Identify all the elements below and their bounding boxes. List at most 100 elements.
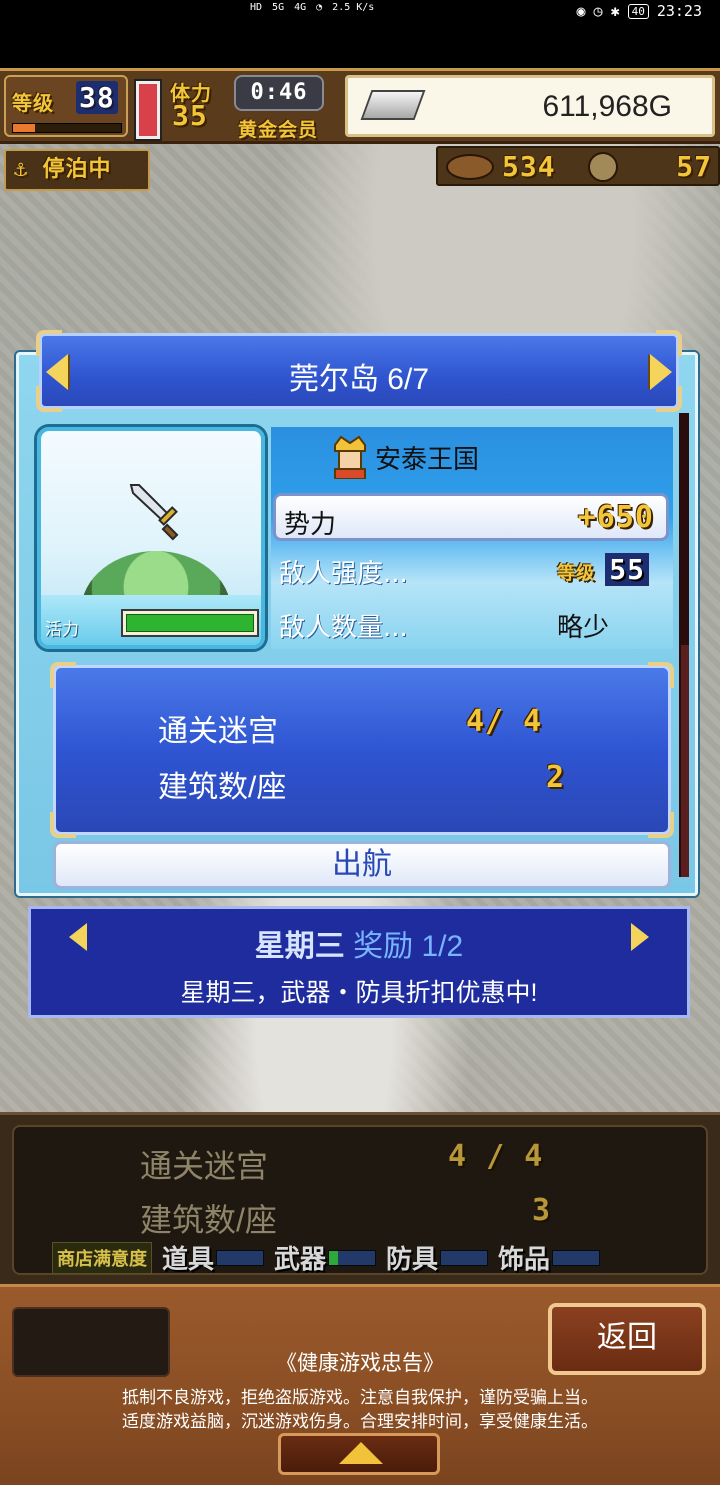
lower-info-panel: 通关迷宫 4 / 4 建筑数/座 3 商店满意度 道具 武器 防具 饰品 xyxy=(0,1112,720,1284)
battery-icon: 40 xyxy=(627,3,649,19)
level-box: 等级 38 xyxy=(4,75,128,137)
level-progress-fill xyxy=(13,124,35,132)
level-label: 等级 xyxy=(12,91,54,115)
shop-armor-label: 防具 xyxy=(386,1245,439,1275)
vitality-bar xyxy=(121,609,259,637)
coin-count: 57 xyxy=(676,150,712,183)
corner-ornament xyxy=(656,330,682,356)
dungeons-value: 4/ 4 xyxy=(466,704,543,739)
dungeons-label: 通关迷宫 xyxy=(158,715,278,748)
enemy-level-value: 55 xyxy=(605,553,649,586)
corner-ornament xyxy=(648,662,674,688)
power-row: 势力 +650 xyxy=(273,493,669,541)
bonus-day: 星期三 xyxy=(254,930,345,963)
bluetooth-icon: ✱ xyxy=(610,2,620,20)
shop-armor-meter xyxy=(440,1249,489,1266)
enemy-level: 等级 55 xyxy=(557,553,649,586)
silver-ingot-icon xyxy=(360,90,426,120)
wood-icon xyxy=(446,154,494,180)
docked-label: 停泊中 xyxy=(42,157,112,182)
lower-dungeons-label: 通关迷宫 xyxy=(140,1148,269,1184)
buildings-value: 2 xyxy=(546,760,566,795)
eye-icon: ◉ xyxy=(576,2,586,20)
shop-items: 道具 xyxy=(162,1239,265,1276)
scrollbar-thumb[interactable] xyxy=(681,413,689,645)
4g-label: 4G xyxy=(294,2,307,13)
bonus-title: 星期三 奖励 1/2 xyxy=(31,921,687,965)
shop-items-meter xyxy=(216,1249,265,1266)
kingdom-row: 安泰王国 xyxy=(331,435,479,479)
power-value: +650 xyxy=(577,500,654,535)
enemy-strength-row: 敌人强度... 等级 55 xyxy=(279,553,669,593)
status-bar: HD 5G 4G ◔ 2.5 K/s ◉ ◷ ✱ 40 23:23 xyxy=(0,0,720,68)
up-arrow-icon xyxy=(339,1442,383,1464)
lower-buildings-label: 建筑数/座 xyxy=(140,1202,277,1238)
shop-armor: 防具 xyxy=(386,1239,489,1276)
health-notice-line1: 抵制不良游戏，拒绝盗版游戏。注意自我保护，谨防受骗上当。 xyxy=(122,1388,598,1407)
hp-gauge xyxy=(134,79,162,141)
wood-count: 534 xyxy=(502,150,556,183)
shop-items-label: 道具 xyxy=(162,1245,215,1275)
buildings-label: 建筑数/座 xyxy=(158,771,287,804)
health-notice-line2: 适度游戏益脑，沉迷游戏伤身。合理安排时间，享受健康生活。 xyxy=(122,1412,598,1431)
system-icons: ◉ ◷ ✱ 40 23:23 xyxy=(577,2,703,20)
hp-gauge-fill xyxy=(139,84,157,136)
resource-panel: 534 57 xyxy=(436,146,720,186)
health-notice-title: 《健康游戏忠告》 xyxy=(276,1352,444,1375)
bonus-description: 星期三，武器・防具折扣优惠中! xyxy=(180,979,538,1007)
enemy-level-label: 等级 xyxy=(557,563,596,584)
member-badge: 黄金会员 xyxy=(238,119,319,141)
lower-dungeons-value: 4 / 4 xyxy=(448,1139,544,1174)
power-label: 势力 xyxy=(284,510,337,540)
expand-menu-button[interactable] xyxy=(278,1433,440,1475)
bottom-bar: 返回 《健康游戏忠告》 抵制不良游戏，拒绝盗版游戏。注意自我保护，谨防受骗上当。… xyxy=(0,1284,720,1485)
level-number: 38 xyxy=(76,81,118,114)
top-hud: 等级 38 体力 35 0:46 黄金会员 611,968G xyxy=(0,68,720,144)
enemy-count-value: 略少 xyxy=(556,613,609,643)
enemy-count-row: 敌人数量... 略少 xyxy=(279,607,669,647)
sword-icon xyxy=(129,484,179,541)
vitality-bar-fill xyxy=(126,614,254,632)
timer: 0:46 xyxy=(234,75,324,111)
island-portrait: 活力 xyxy=(37,427,265,649)
panel-scrollbar[interactable] xyxy=(679,413,689,877)
shop-accessories-meter xyxy=(552,1249,601,1266)
net-speed: 2.5 K/s xyxy=(332,2,375,13)
clock: 23:23 xyxy=(656,2,702,20)
island-stats-box: 通关迷宫 4/ 4 建筑数/座 2 xyxy=(50,662,674,838)
shop-weapons-label: 武器 xyxy=(274,1245,327,1275)
enemy-strength-label: 敌人强度... xyxy=(279,559,408,589)
bonus-reward: 奖励 1/2 xyxy=(353,930,464,963)
corner-ornament xyxy=(50,812,76,838)
anchor-icon: ⚓ xyxy=(14,157,29,182)
corner-ornament xyxy=(648,812,674,838)
coin-icon xyxy=(588,152,618,182)
island-info: 安泰王国 势力 +650 敌人强度... 等级 55 敌人数量... 略少 xyxy=(271,427,673,649)
gold-panel: 611,968G xyxy=(345,75,715,137)
island-title: 莞尔岛 6/7 xyxy=(288,363,430,396)
lower-info-inner: 通关迷宫 4 / 4 建筑数/座 3 商店满意度 道具 武器 防具 饰品 xyxy=(12,1125,708,1275)
enemy-count-label: 敌人数量... xyxy=(279,613,408,643)
lower-buildings-value: 3 xyxy=(532,1193,552,1228)
corner-ornament xyxy=(50,662,76,688)
kingdom-name: 安泰王国 xyxy=(375,444,480,475)
alarm-icon: ◷ xyxy=(593,2,603,20)
next-bonus-arrow-icon[interactable] xyxy=(631,923,649,951)
shop-weapons: 武器 xyxy=(274,1239,377,1276)
daily-bonus-panel: 星期三 奖励 1/2 星期三，武器・防具折扣优惠中! xyxy=(28,906,690,1018)
shop-weapons-meter xyxy=(328,1249,377,1266)
corner-ornament xyxy=(36,330,62,356)
next-island-arrow-icon[interactable] xyxy=(650,354,672,390)
docked-status: ⚓ 停泊中 xyxy=(4,149,150,191)
level-progress-bar xyxy=(12,123,122,133)
shop-satisfaction-label: 商店满意度 xyxy=(52,1241,152,1274)
shop-satisfaction-row: 商店满意度 道具 武器 防具 饰品 xyxy=(52,1239,601,1276)
king-portrait-icon xyxy=(334,435,366,479)
sail-button[interactable]: 出航 xyxy=(53,841,671,889)
island-panel: 莞尔岛 6/7 活力 安泰王国 势力 +650 敌人强度... 等级 55 敌人… xyxy=(16,330,698,896)
vitality-label: 活力 xyxy=(45,620,79,640)
hd-label: HD xyxy=(250,2,263,13)
network-indicators: HD 5G 4G ◔ 2.5 K/s xyxy=(250,2,374,13)
5g-label: 5G xyxy=(272,2,285,13)
shop-accessories: 饰品 xyxy=(498,1239,601,1276)
